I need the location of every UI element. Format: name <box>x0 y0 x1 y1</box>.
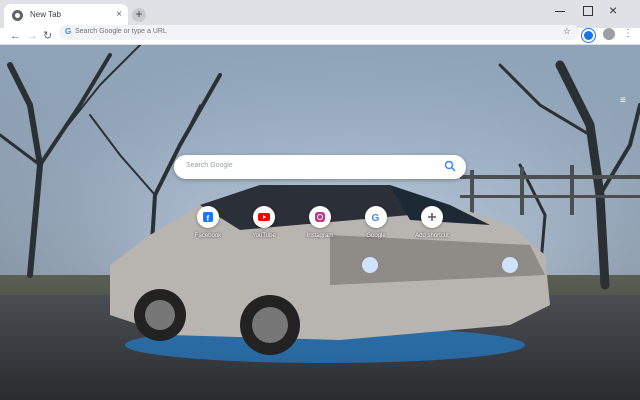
shortcut-instagram[interactable]: Instagram <box>290 206 350 239</box>
search-placeholder: Search Google <box>186 162 233 169</box>
bookmark-star-icon[interactable]: ☆ <box>563 26 571 37</box>
close-window-button[interactable]: × <box>609 2 617 18</box>
search-icon[interactable] <box>444 160 456 172</box>
shortcut-google[interactable]: G Google <box>346 206 406 239</box>
address-bar[interactable]: G Search Google or type a URL ☆ <box>59 25 579 40</box>
shortcut-label: YouTube <box>252 233 276 239</box>
shortcut-facebook[interactable]: f Facebook <box>178 206 238 239</box>
shortcut-label: Google <box>366 233 386 239</box>
reload-icon[interactable]: ↻ <box>43 29 52 43</box>
plus-icon <box>421 206 443 228</box>
facebook-icon: f <box>197 206 219 228</box>
shortcut-label: Facebook <box>194 233 222 239</box>
globe-icon <box>12 10 23 21</box>
menu-icon[interactable]: ⋮ <box>623 28 633 40</box>
tab-strip: New Tab × + × <box>0 0 640 28</box>
back-icon[interactable]: ← <box>10 29 21 43</box>
svg-text:f: f <box>207 214 210 223</box>
google-icon: G <box>365 206 387 228</box>
search-box[interactable]: Search Google <box>174 155 466 179</box>
shortcut-youtube[interactable]: YouTube <box>234 206 294 239</box>
car-illustration <box>110 185 550 363</box>
maximize-button[interactable] <box>583 6 593 16</box>
new-tab-button[interactable]: + <box>132 8 146 22</box>
minimize-button[interactable] <box>555 6 565 16</box>
youtube-icon <box>253 206 275 228</box>
fence-post <box>570 165 574 215</box>
address-bar-placeholder: Search Google or type a URL <box>75 28 167 35</box>
profile-avatar-icon[interactable] <box>603 28 615 40</box>
shortcut-label: Instagram <box>306 233 334 239</box>
svg-text:G: G <box>372 213 380 224</box>
instagram-icon <box>309 206 331 228</box>
customize-grid-icon[interactable]: ≡ <box>620 95 626 106</box>
add-shortcut-button[interactable]: Add shortcut <box>402 206 462 239</box>
extension-icon[interactable] <box>582 29 595 42</box>
forward-icon[interactable]: → <box>27 29 38 43</box>
google-g-icon: G <box>65 27 72 36</box>
shortcut-label: Add shortcut <box>415 233 449 239</box>
tab-title: New Tab <box>30 10 61 19</box>
tab-close-button[interactable]: × <box>116 8 122 22</box>
